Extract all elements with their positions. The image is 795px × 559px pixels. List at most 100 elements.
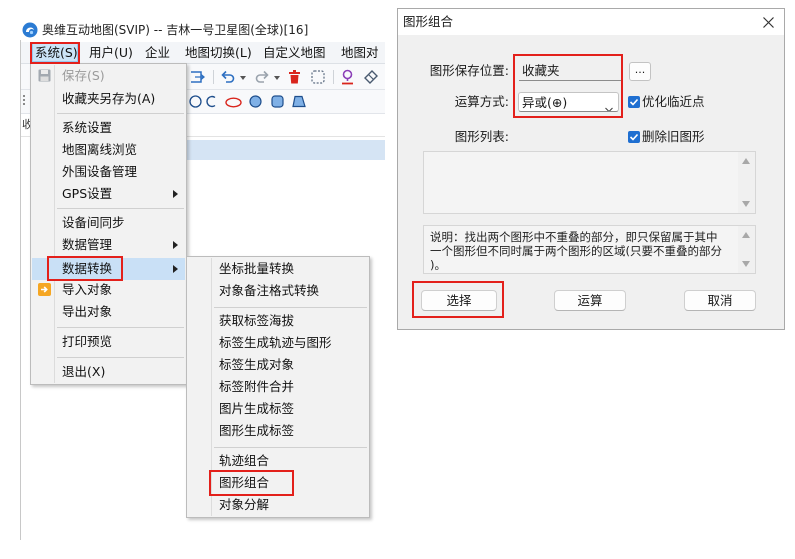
- ellipse-tool-icon[interactable]: [225, 96, 242, 111]
- scroll-down-icon[interactable]: [742, 201, 750, 207]
- toolbar-separator: [333, 70, 334, 84]
- eraser-icon[interactable]: [363, 69, 379, 88]
- undo-icon[interactable]: [220, 70, 236, 87]
- browse-button[interactable]: ...: [629, 62, 651, 81]
- description-scrollbar[interactable]: [738, 226, 755, 273]
- menu-item-device-sync[interactable]: 设备间同步: [32, 212, 185, 234]
- dashed-select-icon[interactable]: [311, 70, 325, 87]
- save-icon: [38, 69, 51, 82]
- submenu-item-get-label-altitude[interactable]: 获取标签海拔: [188, 310, 368, 332]
- menu-item-label: 外围设备管理: [62, 164, 138, 179]
- submenu-item-shape-combine[interactable]: 图形组合: [188, 472, 368, 494]
- submenu-item-label-to-object[interactable]: 标签生成对象: [188, 354, 368, 376]
- description-line: )。: [430, 258, 446, 272]
- menu-item-exit[interactable]: 退出(X): [32, 361, 185, 383]
- operation-mode-select[interactable]: 异或(⊕): [518, 92, 619, 112]
- shape-list-scrollbar[interactable]: [738, 152, 755, 213]
- delete-old-shape-checkbox[interactable]: [628, 131, 640, 143]
- description-line: 一个图形但不同时属于两个图形的区域(只要不重叠的部分: [430, 244, 722, 258]
- data-conversion-submenu: 坐标批量转换 对象备注格式转换 获取标签海拔 标签生成轨迹与图形 标签生成对象 …: [186, 256, 370, 518]
- submenu-item-shape-to-label[interactable]: 图形生成标签: [188, 420, 368, 442]
- menu-system[interactable]: 系统(S): [35, 43, 78, 62]
- menu-item-label: 导入对象: [62, 282, 113, 297]
- redo-icon[interactable]: [254, 70, 270, 87]
- chevron-down-icon: [605, 99, 613, 111]
- menu-item-label: 轨迹组合: [219, 453, 270, 468]
- scroll-down-icon[interactable]: [742, 261, 750, 267]
- submenu-item-object-decompose[interactable]: 对象分解: [188, 494, 368, 516]
- menu-item-export-objects[interactable]: 导出对象: [32, 301, 185, 323]
- menu-item-label: 图形生成标签: [219, 423, 295, 438]
- menu-item-label: 退出(X): [62, 364, 106, 379]
- menu-map-switch[interactable]: 地图切换(L): [185, 43, 252, 62]
- select-frame-icon[interactable]: [189, 70, 206, 87]
- menu-item-label: 保存(S): [62, 68, 105, 83]
- menu-item-data-management[interactable]: 数据管理: [32, 234, 185, 256]
- menu-item-label: GPS设置: [62, 186, 113, 201]
- submenu-arrow-icon: [173, 265, 178, 273]
- menu-item-save-favorites-as[interactable]: 收藏夹另存为(A): [32, 88, 185, 110]
- rounded-square-tool-icon[interactable]: [271, 95, 284, 111]
- operation-mode-value: 异或(⊕): [522, 95, 568, 110]
- import-icon: [38, 283, 51, 296]
- submenu-item-coordinate-batch-convert[interactable]: 坐标批量转换: [188, 258, 368, 280]
- undo-dropdown-icon[interactable]: [240, 76, 246, 80]
- menu-separator: [57, 357, 184, 358]
- menu-item-save[interactable]: 保存(S): [32, 65, 185, 87]
- shape-list-label: 图形列表:: [454, 129, 509, 144]
- menu-item-data-conversion[interactable]: 数据转换: [32, 258, 185, 280]
- submenu-item-merge-label-attachments[interactable]: 标签附件合并: [188, 376, 368, 398]
- submenu-item-label-to-track-shape[interactable]: 标签生成轨迹与图形: [188, 332, 368, 354]
- save-location-field[interactable]: 收藏夹: [519, 61, 621, 81]
- shape-list[interactable]: [423, 151, 756, 214]
- submenu-item-image-to-label[interactable]: 图片生成标签: [188, 398, 368, 420]
- polygon-tool-icon[interactable]: [292, 95, 306, 111]
- menu-custom-map[interactable]: 自定义地图: [263, 43, 326, 62]
- menu-item-label: 标签生成对象: [219, 357, 295, 372]
- window-title: 奥维互动地图(SVIP) -- 吉林一号卫星图(全球)[16]: [42, 23, 309, 37]
- compute-button[interactable]: 运算: [554, 290, 626, 311]
- delete-icon[interactable]: [288, 70, 301, 87]
- close-icon[interactable]: [762, 16, 775, 29]
- menu-item-label: 收藏夹另存为(A): [62, 91, 156, 106]
- arc-tool-icon[interactable]: [205, 95, 217, 111]
- menu-item-label: 坐标批量转换: [219, 261, 295, 276]
- toolbar-grip-icon[interactable]: [23, 95, 25, 107]
- menu-item-label: 图片生成标签: [219, 401, 295, 416]
- pin-icon[interactable]: [340, 69, 355, 88]
- optimize-neighbor-checkbox[interactable]: [628, 96, 640, 108]
- filled-circle-tool-icon[interactable]: [249, 95, 262, 111]
- system-menu: 保存(S) 收藏夹另存为(A) 系统设置 地图离线浏览 外围设备管理 GPS设置…: [30, 63, 187, 385]
- menu-map-object[interactable]: 地图对: [341, 43, 385, 62]
- menu-item-label: 对象分解: [219, 497, 270, 512]
- menu-enterprise[interactable]: 企业: [145, 43, 170, 62]
- menu-item-print-preview[interactable]: 打印预览: [32, 331, 185, 353]
- menu-separator: [57, 113, 184, 114]
- dialog-title-bar: 图形组合: [398, 9, 784, 35]
- scroll-up-icon[interactable]: [742, 158, 750, 164]
- operation-mode-label: 运算方式:: [454, 94, 509, 109]
- menu-item-import-objects[interactable]: 导入对象: [32, 279, 185, 301]
- scroll-up-icon[interactable]: [742, 232, 750, 238]
- menu-item-label: 系统设置: [62, 120, 113, 135]
- menu-separator: [57, 208, 184, 209]
- description-box: 说明：找出两个图形中不重叠的部分，即只保留属于其中 一个图形但不同时属于两个图形…: [423, 225, 756, 274]
- menu-item-gps-settings[interactable]: GPS设置: [32, 183, 185, 205]
- cancel-button[interactable]: 取消: [684, 290, 756, 311]
- select-button[interactable]: 选择: [421, 290, 497, 311]
- menu-item-label: 标签生成轨迹与图形: [219, 335, 332, 350]
- menu-item-label: 对象备注格式转换: [219, 283, 320, 298]
- redo-dropdown-icon[interactable]: [274, 76, 280, 80]
- menu-item-label: 导出对象: [62, 304, 113, 319]
- description-line: 说明：找出两个图形中不重叠的部分，即只保留属于其中: [430, 230, 718, 244]
- submenu-item-note-format-convert[interactable]: 对象备注格式转换: [188, 280, 368, 302]
- menu-item-peripheral-devices[interactable]: 外围设备管理: [32, 161, 185, 183]
- delete-old-shape-label[interactable]: 删除旧图形: [642, 129, 705, 145]
- submenu-item-track-combine[interactable]: 轨迹组合: [188, 450, 368, 472]
- submenu-arrow-icon: [173, 241, 178, 249]
- menu-item-system-settings[interactable]: 系统设置: [32, 117, 185, 139]
- menu-user[interactable]: 用户(U): [89, 43, 133, 62]
- circle-tool-icon[interactable]: [189, 95, 202, 111]
- menu-item-offline-browse[interactable]: 地图离线浏览: [32, 139, 185, 161]
- optimize-neighbor-label[interactable]: 优化临近点: [642, 94, 705, 110]
